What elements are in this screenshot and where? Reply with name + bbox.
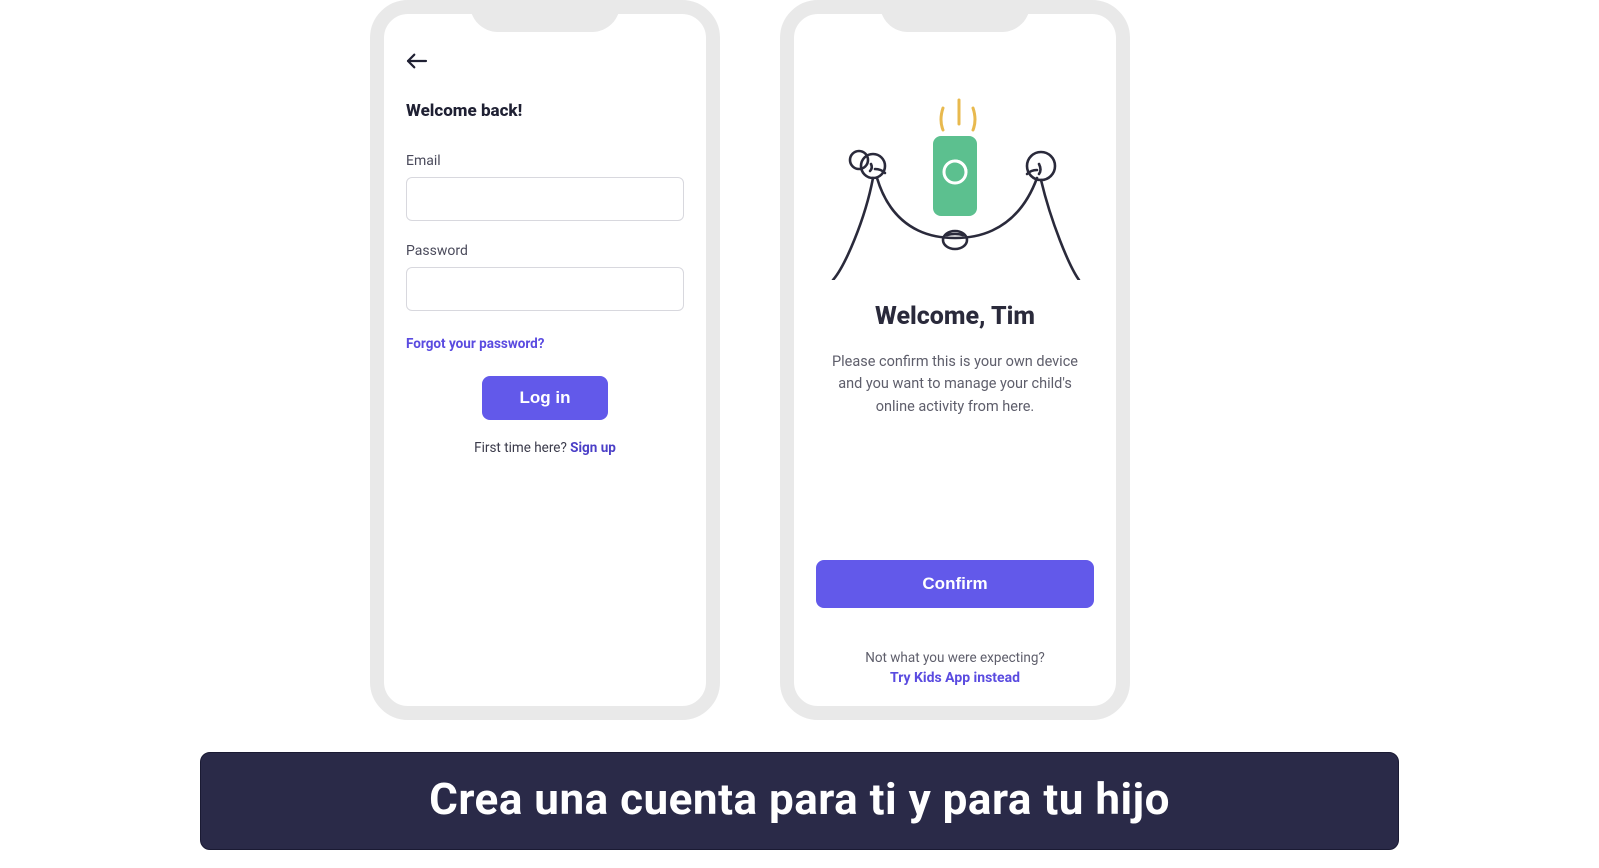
phone-notch xyxy=(880,0,1030,32)
try-kids-app-link[interactable]: Try Kids App instead xyxy=(794,670,1116,686)
email-label: Email xyxy=(406,153,684,169)
signup-row: First time here? Sign up xyxy=(406,440,684,456)
back-icon[interactable] xyxy=(406,52,428,75)
password-field[interactable] xyxy=(406,267,684,311)
parents-illustration xyxy=(825,70,1085,280)
login-button[interactable]: Log in xyxy=(482,376,609,420)
email-group: Email xyxy=(406,153,684,221)
signup-link[interactable]: Sign up xyxy=(570,440,616,456)
welcome-title: Welcome, Tim xyxy=(794,302,1116,331)
password-label: Password xyxy=(406,243,684,259)
password-group: Password xyxy=(406,243,684,311)
phone-notch xyxy=(470,0,620,32)
caption-bar: Crea una cuenta para ti y para tu hijo xyxy=(200,752,1399,850)
caption-text: Crea una cuenta para ti y para tu hijo xyxy=(429,773,1170,825)
phone-mock-confirm: Welcome, Tim Please confirm this is your… xyxy=(780,0,1130,720)
welcome-body: Please confirm this is your own device a… xyxy=(794,351,1116,418)
signup-prefix: First time here? xyxy=(474,440,570,456)
forgot-password-link[interactable]: Forgot your password? xyxy=(406,336,545,352)
phone-mock-login: Welcome back! Email Password Forgot your… xyxy=(370,0,720,720)
alt-prefix: Not what you were expecting? xyxy=(865,650,1045,666)
confirm-button[interactable]: Confirm xyxy=(816,560,1094,608)
login-heading: Welcome back! xyxy=(406,101,684,121)
email-field[interactable] xyxy=(406,177,684,221)
alt-row: Not what you were expecting? Try Kids Ap… xyxy=(794,650,1116,686)
